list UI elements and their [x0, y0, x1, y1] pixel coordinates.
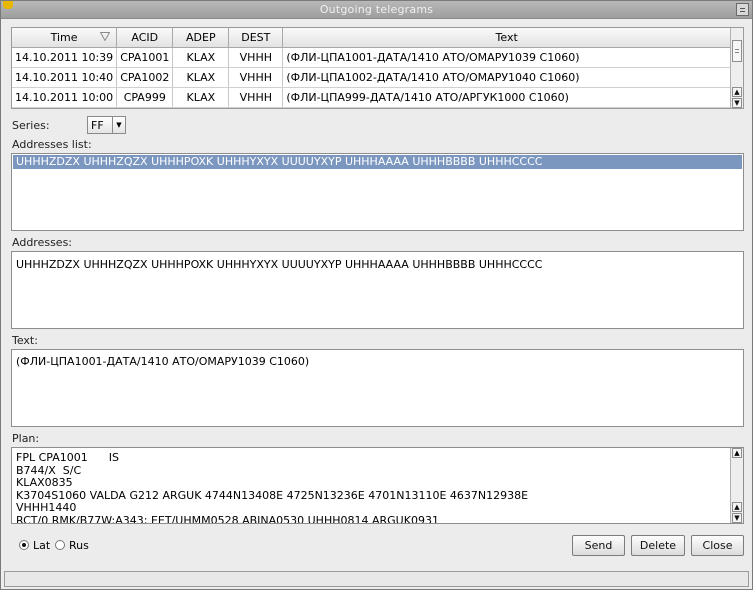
table-row[interactable]: 14.10.2011 10:00 CPA999 KLAX VHHH (ФЛИ-Ц…: [12, 87, 731, 108]
telegrams-grid: Time ACID ADEP DEST Text 14.10.2011 10:3…: [12, 28, 731, 108]
telegrams-table: Time ACID ADEP DEST Text 14.10.2011 10:3…: [11, 27, 744, 109]
radio-rus[interactable]: Rus: [55, 539, 95, 553]
plan-line: B744/X S/C: [16, 463, 82, 477]
chevron-down-icon[interactable]: ▼: [112, 117, 125, 133]
column-header-dest[interactable]: DEST: [228, 28, 284, 48]
cell-acid: CPA1001: [116, 47, 174, 68]
window-title: Outgoing telegrams: [319, 3, 434, 16]
telegram-text-value: (ФЛИ-ЦПА1001-ДАТА/1410 АТО/ОМАРУ1039 С10…: [16, 355, 310, 368]
scroll-up-arrow-icon[interactable]: ▲: [732, 87, 742, 97]
addresses-field[interactable]: UHHHZDZX UHHHZQZX UHHHPOXK UHHHYXYX UUUU…: [11, 251, 744, 329]
series-select[interactable]: FF ▼: [87, 116, 126, 134]
addresses-value: UHHHZDZX UHHHZQZX UHHHPOXK UHHHYXYX UUUU…: [16, 258, 543, 271]
column-header-time[interactable]: Time: [12, 28, 118, 48]
addresses-list-label: Addresses list:: [12, 138, 92, 151]
flight-plan-field[interactable]: FPL CPA1001 IS B744/X S/C KLAX0835 K3704…: [11, 447, 744, 524]
column-header-adep[interactable]: ADEP: [172, 28, 230, 48]
telegram-text-field[interactable]: (ФЛИ-ЦПА1001-ДАТА/1410 АТО/ОМАРУ1039 С10…: [11, 349, 744, 427]
column-header-label: Text: [495, 30, 518, 44]
plan-line: FPL CPA1001 IS: [16, 451, 119, 464]
radio-selected-icon[interactable]: [19, 540, 29, 550]
cell-dest: VHHH: [228, 87, 284, 108]
cell-adep: KLAX: [172, 47, 230, 68]
table-row[interactable]: 14.10.2011 10:40 CPA1002 KLAX VHHH (ФЛИ-…: [12, 67, 731, 88]
plan-line: K3704S1060 VALDA G212 ARGUK 4744N13408E …: [16, 488, 529, 502]
addresses-label: Addresses:: [12, 236, 73, 249]
table-scrollbar[interactable]: ▲ ▼: [730, 28, 743, 108]
radio-lat-label: Lat: [33, 539, 51, 552]
cell-text: (ФЛИ-ЦПА1002-ДАТА/1410 АТО/ОМАРУ1040 С10…: [282, 67, 731, 88]
text-label: Text:: [12, 334, 38, 347]
column-header-acid[interactable]: ACID: [116, 28, 174, 48]
cell-dest: VHHH: [228, 47, 284, 68]
cell-text: (ФЛИ-ЦПА1001-ДАТА/1410 АТО/ОМАРУ1039 С10…: [282, 47, 731, 68]
cell-adep: KLAX: [172, 67, 230, 88]
scroll-up-arrow-icon[interactable]: ▲: [732, 502, 742, 512]
cell-acid: CPA999: [116, 87, 174, 108]
addresses-list[interactable]: UHHHZDZX UHHHZQZX UHHHPOXK UHHHYXYX UUUU…: [11, 153, 744, 231]
series-label: Series:: [12, 119, 50, 132]
column-header-label: Time: [50, 30, 78, 44]
scroll-down-arrow-icon[interactable]: ▼: [732, 513, 742, 523]
radio-lat[interactable]: Lat: [19, 539, 59, 553]
send-button[interactable]: Send: [572, 535, 625, 556]
scrollbar-thumb[interactable]: [732, 40, 742, 62]
cell-acid: CPA1002: [116, 67, 174, 88]
flight-plan-text: FPL CPA1001 IS B744/X S/C KLAX0835 K3704…: [16, 451, 727, 524]
cell-time: 14.10.2011 10:00: [12, 87, 118, 108]
scroll-top-arrow-icon[interactable]: ▲: [732, 448, 742, 458]
cell-time: 14.10.2011 10:39: [12, 47, 118, 68]
cell-dest: VHHH: [228, 67, 284, 88]
window-menu-button[interactable]: [736, 3, 749, 16]
title-bar[interactable]: Outgoing telegrams: [1, 1, 752, 19]
plan-line: VHHH1440: [16, 501, 77, 514]
sort-descending-icon: [100, 32, 111, 41]
plan-line: KLAX0835: [16, 476, 73, 489]
plan-label: Plan:: [12, 432, 40, 445]
table-header-row: Time ACID ADEP DEST Text: [12, 28, 731, 48]
series-value: FF: [91, 119, 104, 132]
list-item[interactable]: UHHHZDZX UHHHZQZX UHHHPOXK UHHHYXYX UUUU…: [13, 155, 742, 169]
plan-line: RCT/0 RMK/B77W:A343; EET/UHMM0528 ABINA0…: [16, 513, 439, 524]
scroll-down-arrow-icon[interactable]: ▼: [732, 98, 742, 108]
status-bar: [4, 571, 749, 587]
radio-unselected-icon[interactable]: [55, 540, 65, 550]
table-row[interactable]: 14.10.2011 10:39 CPA1001 KLAX VHHH (ФЛИ-…: [12, 47, 731, 68]
cell-text: (ФЛИ-ЦПА999-ДАТА/1410 АТО/АРГУК1000 С106…: [282, 87, 731, 108]
radio-rus-label: Rus: [69, 539, 89, 552]
cell-time: 14.10.2011 10:40: [12, 67, 118, 88]
column-header-label: ADEP: [186, 30, 216, 44]
column-header-text[interactable]: Text: [282, 28, 731, 48]
delete-button[interactable]: Delete: [631, 535, 685, 556]
column-header-label: ACID: [131, 30, 159, 44]
outgoing-telegrams-window: Outgoing telegrams Time ACID ADEP DEST T…: [0, 0, 753, 590]
cell-adep: KLAX: [172, 87, 230, 108]
column-header-label: DEST: [241, 30, 271, 44]
plan-scrollbar[interactable]: ▲ ▲ ▼: [730, 448, 743, 523]
close-button[interactable]: Close: [691, 535, 744, 556]
